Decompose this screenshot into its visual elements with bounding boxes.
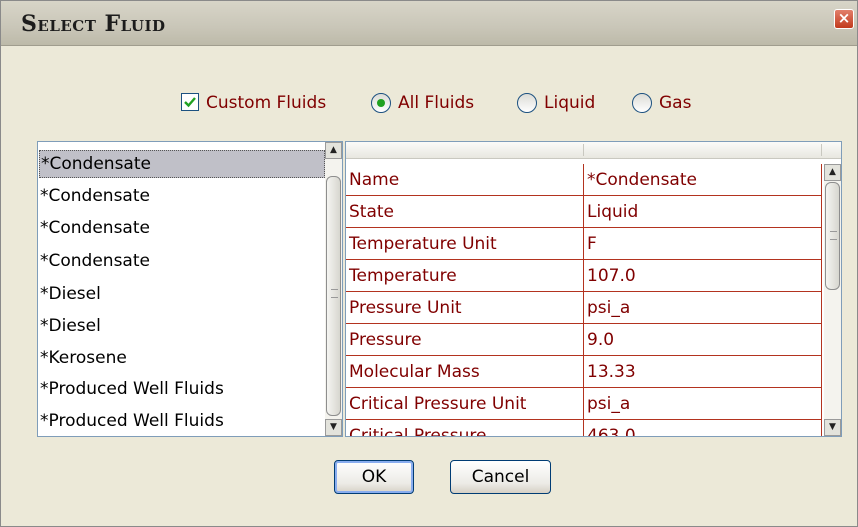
radio-gas-label: Gas bbox=[659, 93, 692, 113]
property-value-cell[interactable]: psi_a bbox=[584, 292, 822, 324]
properties-scrollbar[interactable]: ▲ ▼ bbox=[824, 164, 841, 436]
property-name-cell: Pressure Unit bbox=[346, 292, 584, 324]
radio-gas[interactable]: Gas bbox=[632, 91, 704, 117]
grip-icon bbox=[830, 231, 837, 240]
table-row[interactable]: Critical Pressure 463.0 bbox=[346, 420, 824, 436]
property-value-cell[interactable]: F bbox=[584, 228, 822, 260]
property-value-cell[interactable]: 9.0 bbox=[584, 324, 822, 356]
radio-button-icon[interactable] bbox=[517, 93, 537, 113]
property-value-cell[interactable]: 13.33 bbox=[584, 356, 822, 388]
radio-button-icon[interactable] bbox=[371, 93, 391, 113]
radio-liquid[interactable]: Liquid bbox=[517, 91, 607, 117]
close-button[interactable]: × bbox=[834, 9, 854, 29]
fluid-list-item[interactable]: *Condensate bbox=[39, 247, 325, 275]
table-row[interactable]: Molecular Mass 13.33 bbox=[346, 356, 824, 388]
fluid-list-scrollbar[interactable]: ▲ ▼ bbox=[325, 142, 342, 436]
custom-fluids-label: Custom Fluids bbox=[206, 93, 327, 113]
header-divider bbox=[583, 144, 584, 156]
table-header bbox=[346, 142, 841, 159]
fluid-properties-table[interactable]: Name *Condensate State Liquid Temperatur… bbox=[345, 141, 842, 437]
table-row[interactable]: Name *Condensate bbox=[346, 164, 824, 196]
table-row[interactable]: Temperature Unit F bbox=[346, 228, 824, 260]
table-row[interactable]: Pressure Unit psi_a bbox=[346, 292, 824, 324]
checkbox-box[interactable] bbox=[181, 93, 199, 111]
fluid-list-item[interactable]: *Produced Well Fluids bbox=[39, 407, 325, 435]
dialog-title: Select Fluid bbox=[21, 11, 166, 37]
grip-icon bbox=[331, 289, 338, 298]
table-row[interactable]: Temperature 107.0 bbox=[346, 260, 824, 292]
property-name-cell: Critical Pressure Unit bbox=[346, 388, 584, 420]
property-value-cell[interactable]: *Condensate bbox=[584, 164, 822, 196]
fluid-list[interactable]: *Condensate *Condensate *Condensate *Con… bbox=[37, 141, 343, 437]
radio-all-fluids[interactable]: All Fluids bbox=[371, 91, 496, 117]
table-row[interactable]: Critical Pressure Unit psi_a bbox=[346, 388, 824, 420]
property-name-cell: State bbox=[346, 196, 584, 228]
custom-fluids-checkbox[interactable]: Custom Fluids bbox=[181, 91, 351, 117]
property-name-cell: Molecular Mass bbox=[346, 356, 584, 388]
scroll-thumb[interactable] bbox=[825, 182, 840, 290]
property-value-cell[interactable]: 463.0 bbox=[584, 420, 822, 436]
select-fluid-dialog: Select Fluid × Custom Fluids All Fluids … bbox=[0, 0, 858, 527]
close-icon: × bbox=[837, 9, 851, 27]
fluid-list-item[interactable]: *Diesel bbox=[39, 312, 325, 340]
radio-liquid-label: Liquid bbox=[544, 93, 596, 113]
radio-all-fluids-label: All Fluids bbox=[398, 93, 475, 113]
property-value-cell[interactable]: psi_a bbox=[584, 388, 822, 420]
property-name-cell: Temperature Unit bbox=[346, 228, 584, 260]
cancel-button[interactable]: Cancel bbox=[450, 460, 551, 494]
property-name-cell: Pressure bbox=[346, 324, 584, 356]
scroll-down-icon[interactable]: ▼ bbox=[824, 419, 841, 436]
property-name-cell: Temperature bbox=[346, 260, 584, 292]
property-name-cell: Name bbox=[346, 164, 584, 196]
scroll-thumb[interactable] bbox=[326, 176, 341, 416]
fluid-list-item[interactable]: *Condensate bbox=[39, 182, 325, 210]
title-bar[interactable]: Select Fluid × bbox=[1, 1, 857, 46]
fluid-list-item[interactable]: *Kerosene bbox=[39, 344, 325, 372]
header-divider bbox=[821, 144, 822, 156]
radio-selected-dot bbox=[377, 99, 385, 107]
table-row[interactable]: State Liquid bbox=[346, 196, 824, 228]
fluid-list-item[interactable]: *Condensate bbox=[39, 214, 325, 242]
fluid-list-item[interactable]: *Produced Well Fluids bbox=[39, 375, 325, 403]
radio-button-icon[interactable] bbox=[632, 93, 652, 113]
scroll-up-icon[interactable]: ▲ bbox=[325, 142, 342, 159]
table-row[interactable]: Pressure 9.0 bbox=[346, 324, 824, 356]
property-name-cell: Critical Pressure bbox=[346, 420, 584, 436]
property-value-cell[interactable]: Liquid bbox=[584, 196, 822, 228]
fluid-list-item[interactable]: *Diesel bbox=[39, 280, 325, 308]
property-value-cell[interactable]: 107.0 bbox=[584, 260, 822, 292]
check-icon bbox=[184, 97, 196, 108]
fluid-list-item[interactable]: *Condensate bbox=[39, 150, 325, 178]
ok-button[interactable]: OK bbox=[334, 460, 414, 494]
scroll-up-icon[interactable]: ▲ bbox=[824, 164, 841, 181]
scroll-down-icon[interactable]: ▼ bbox=[325, 419, 342, 436]
